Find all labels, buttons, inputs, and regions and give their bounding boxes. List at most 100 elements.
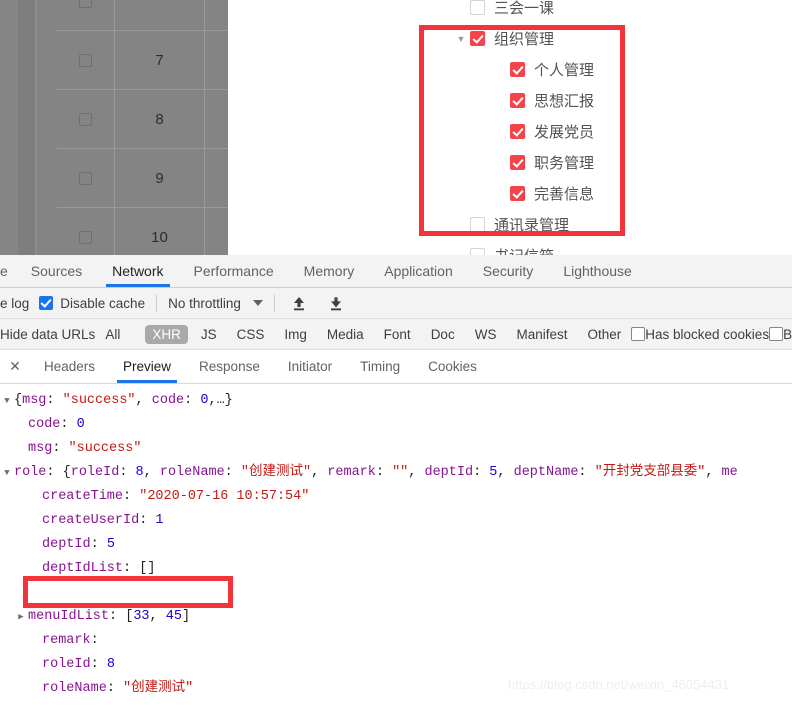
- throttling-select-value[interactable]: No throttling: [168, 296, 241, 311]
- tree-node-checkbox[interactable]: [510, 124, 525, 139]
- tree-node[interactable]: ▼完善信息: [452, 178, 692, 209]
- upload-arrow-icon[interactable]: [291, 295, 307, 312]
- hide-data-urls-label[interactable]: Hide data URLs: [0, 327, 95, 342]
- json-key: menuIdList: [28, 605, 109, 629]
- filter-js[interactable]: JS: [194, 325, 224, 344]
- table-row[interactable]: 10: [57, 208, 228, 255]
- json-line[interactable]: ▶roleId: 8: [0, 653, 792, 677]
- tab-network[interactable]: Network: [97, 255, 178, 287]
- tree-node[interactable]: ▼职务管理: [452, 147, 692, 178]
- json-key: me: [722, 461, 738, 485]
- filter-all[interactable]: All: [98, 325, 127, 344]
- tree-node[interactable]: ▼通讯录管理: [452, 209, 692, 240]
- disable-cache-checkbox[interactable]: [39, 296, 53, 310]
- tab-response[interactable]: Response: [185, 350, 274, 383]
- json-line[interactable]: ▶msg: "success": [0, 437, 792, 461]
- json-line[interactable]: ▶remark:: [0, 629, 792, 653]
- tree-node[interactable]: ▼ 组织管理: [452, 23, 692, 54]
- tab-preview[interactable]: Preview: [109, 350, 185, 383]
- chevron-down-icon[interactable]: ▼: [452, 34, 470, 44]
- tab-headers[interactable]: Headers: [30, 350, 109, 383]
- tree-node-checkbox[interactable]: [510, 155, 525, 170]
- tab-timing[interactable]: Timing: [346, 350, 414, 383]
- tree-node[interactable]: ▼发展党员: [452, 116, 692, 147]
- checkbox-icon[interactable]: [79, 54, 92, 67]
- tree-node-checkbox[interactable]: [510, 62, 525, 77]
- disclosure-expanded-icon[interactable]: ▼: [0, 461, 14, 485]
- tab-sources[interactable]: Sources: [16, 255, 97, 287]
- row-select-checkbox[interactable]: [57, 0, 115, 30]
- request-detail-tabbar[interactable]: ✕HeadersPreviewResponseInitiatorTimingCo…: [0, 350, 792, 384]
- tree-node-checkbox[interactable]: [470, 31, 485, 46]
- table-row[interactable]: [57, 0, 228, 31]
- has-blocked-cookies-label[interactable]: Has blocked cookies: [645, 327, 769, 342]
- json-preview-pane[interactable]: ▼{msg: "success", code: 0,…}▶code: 0▶msg…: [0, 384, 792, 695]
- blocked-requests-label[interactable]: B: [783, 327, 792, 342]
- filter-xhr[interactable]: XHR: [145, 325, 188, 344]
- json-punct: :: [91, 653, 107, 677]
- filter-media[interactable]: Media: [320, 325, 371, 344]
- devtools-main-tabbar[interactable]: eSourcesNetworkPerformanceMemoryApplicat…: [0, 255, 792, 288]
- table-row[interactable]: 8: [57, 90, 228, 149]
- tab-lighthouse[interactable]: Lighthouse: [548, 255, 647, 287]
- filter-font[interactable]: Font: [377, 325, 418, 344]
- close-icon[interactable]: ✕: [0, 350, 30, 383]
- devtools-panel: eSourcesNetworkPerformanceMemoryApplicat…: [0, 255, 792, 707]
- json-line[interactable]: ▶code: 0: [0, 413, 792, 437]
- preserve-log-label[interactable]: e log: [0, 296, 29, 311]
- permission-tree[interactable]: ▼三会一课 ▼ 组织管理 ▼个人管理▼思想汇报▼发展党员▼职务管理▼完善信息▼通讯录管…: [452, 0, 692, 255]
- blocked-requests-checkbox[interactable]: [769, 327, 783, 341]
- disclosure-expanded-icon[interactable]: ▼: [0, 389, 14, 413]
- tree-node-checkbox[interactable]: [510, 93, 525, 108]
- checkbox-icon[interactable]: [79, 0, 92, 8]
- chevron-down-icon[interactable]: [253, 300, 263, 306]
- filter-doc[interactable]: Doc: [424, 325, 462, 344]
- tab-initiator[interactable]: Initiator: [274, 350, 346, 383]
- tree-node[interactable]: ▼书记信箱: [452, 240, 692, 255]
- tree-node-label: 组织管理: [494, 28, 554, 49]
- json-line[interactable]: ▶deptId: 5: [0, 533, 792, 557]
- tree-node-checkbox[interactable]: [470, 0, 485, 15]
- tab-memory[interactable]: Memory: [289, 255, 370, 287]
- tree-node[interactable]: ▼个人管理: [452, 54, 692, 85]
- disclosure-collapsed-icon[interactable]: ▶: [14, 605, 28, 629]
- tab-security[interactable]: Security: [468, 255, 549, 287]
- filter-ws[interactable]: WS: [468, 325, 504, 344]
- download-arrow-icon[interactable]: [328, 295, 344, 312]
- row-select-checkbox[interactable]: [57, 208, 115, 255]
- network-toolbar[interactable]: e log Disable cache No throttling: [0, 288, 792, 319]
- json-line[interactable]: ▶menuIdList: [33, 45]: [0, 605, 792, 629]
- json-string: "": [392, 461, 408, 485]
- tree-node-label: 通讯录管理: [494, 214, 569, 235]
- filter-manifest[interactable]: Manifest: [509, 325, 574, 344]
- row-select-checkbox[interactable]: [57, 149, 115, 207]
- row-select-checkbox[interactable]: [57, 31, 115, 89]
- tree-node[interactable]: ▼三会一课: [452, 0, 692, 23]
- json-line[interactable]: ▶createTime: "2020-07-16 10:57:54": [0, 485, 792, 509]
- row-select-checkbox[interactable]: [57, 90, 115, 148]
- filter-other[interactable]: Other: [580, 325, 628, 344]
- table-row[interactable]: 7: [57, 31, 228, 90]
- json-line[interactable]: ▼{msg: "success", code: 0,…}: [0, 389, 792, 413]
- json-line[interactable]: ▶deptIdList: []: [0, 557, 792, 581]
- json-number: 33: [133, 605, 149, 629]
- has-blocked-cookies-checkbox[interactable]: [631, 327, 645, 341]
- json-line[interactable]: ▼role: {roleId: 8, roleName: "创建测试", rem…: [0, 461, 792, 485]
- tree-node[interactable]: ▼思想汇报: [452, 85, 692, 116]
- tree-node-checkbox[interactable]: [470, 217, 485, 232]
- filter-css[interactable]: CSS: [230, 325, 272, 344]
- checkbox-icon[interactable]: [79, 231, 92, 244]
- tab-e[interactable]: e: [0, 255, 16, 287]
- network-filter-bar[interactable]: Hide data URLsAll XHR JS CSS Img Media Font Doc…: [0, 319, 792, 350]
- tab-cookies[interactable]: Cookies: [414, 350, 491, 383]
- tab-application[interactable]: Application: [369, 255, 468, 287]
- disable-cache-label[interactable]: Disable cache: [60, 296, 145, 311]
- json-line[interactable]: ▶createUserId: 1: [0, 509, 792, 533]
- checkbox-icon[interactable]: [79, 113, 92, 126]
- tree-node-checkbox[interactable]: [510, 186, 525, 201]
- checkbox-icon[interactable]: [79, 172, 92, 185]
- filter-img[interactable]: Img: [277, 325, 314, 344]
- tab-performance[interactable]: Performance: [179, 255, 289, 287]
- table-row[interactable]: 9: [57, 149, 228, 208]
- tree-node-checkbox[interactable]: [470, 248, 485, 255]
